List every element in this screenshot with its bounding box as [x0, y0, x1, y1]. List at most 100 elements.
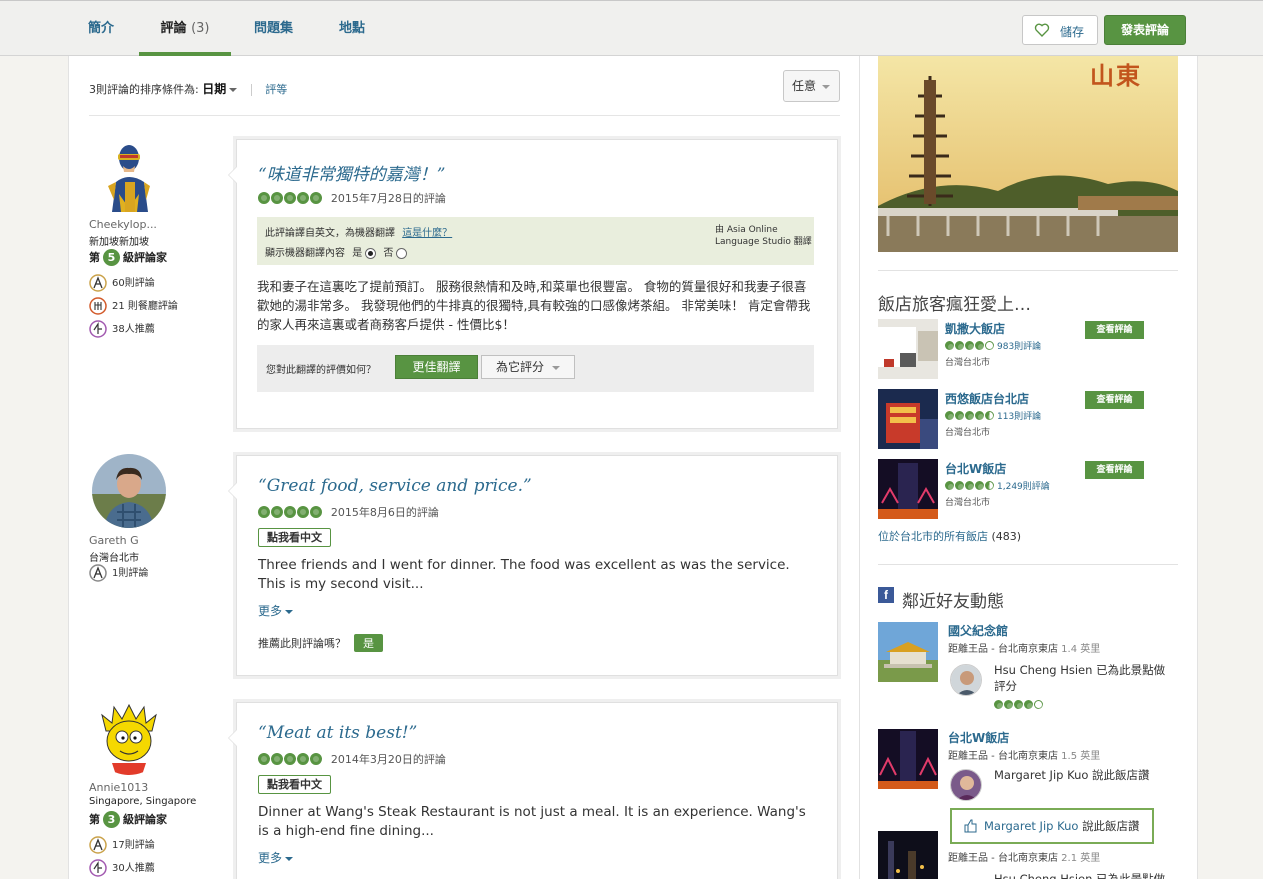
review-date: 2015年7月28日的評論	[330, 192, 446, 205]
view-reviews-button[interactable]: 查看評論	[1085, 391, 1144, 409]
hotel-thumbnail[interactable]	[878, 729, 938, 789]
better-translation-button[interactable]: 更佳翻譯	[395, 355, 478, 379]
sort-by-date[interactable]: 日期	[202, 82, 238, 96]
rating-bubbles: 983則評論	[945, 338, 1041, 352]
hotels-section-title: 飯店旅客瘋狂愛上…	[878, 295, 1031, 315]
helpful-votes[interactable]: 30人推薦	[89, 859, 155, 877]
review-count-label: 1則評論	[112, 568, 149, 579]
rating-dot	[297, 753, 309, 765]
hotel-review-count[interactable]: 113則評論	[997, 412, 1041, 422]
mt-yes-radio[interactable]	[365, 247, 377, 259]
rating-dot	[258, 506, 270, 518]
hotel-name[interactable]: 西悠飯店台北店	[945, 390, 1029, 407]
hotel-photo	[878, 319, 938, 379]
attraction-name[interactable]: 國父紀念館	[948, 622, 1008, 639]
pagoda-ad-image[interactable]: 山東	[878, 56, 1178, 252]
mt-notice-line: 此評論譯自英文，為機器翻譯 這是什麼？	[265, 224, 452, 239]
reviewer-name[interactable]: Cheekylop...	[89, 218, 219, 231]
tab-overview[interactable]: 簡介	[88, 1, 114, 55]
hotel-thumbnail[interactable]	[878, 389, 938, 449]
review-title[interactable]: “Meat at its best!”	[258, 723, 417, 743]
reviewer-location: 新加坡新加坡	[89, 237, 149, 248]
avatar[interactable]	[92, 138, 166, 212]
rating-dot	[1034, 700, 1043, 709]
language-select[interactable]: 任意	[783, 70, 840, 102]
reviewer-name[interactable]: Gareth G	[89, 534, 219, 547]
helpful-badge-icon	[89, 320, 107, 338]
rating-bubbles	[994, 696, 1174, 712]
mt-what-link[interactable]: 這是什麼？	[402, 228, 452, 239]
translation-rating-box: 您對此翻譯的評價如何？ 更佳翻譯 為它評分	[257, 345, 814, 392]
distance-line: 距離王品 - 台北南京東店 2.1 英里	[948, 849, 1100, 864]
reviewer-badge-icon	[89, 274, 107, 292]
hotel-name[interactable]: 台北W飯店	[948, 729, 1009, 746]
reviewer-name[interactable]: Annie1013	[89, 781, 219, 794]
review-count[interactable]: 1則評論	[89, 564, 148, 582]
translate-button[interactable]: 點我看中文	[258, 775, 331, 794]
view-reviews-button[interactable]: 查看評論	[1085, 461, 1144, 479]
ad-text: 山東	[1090, 62, 1142, 90]
helpful-yes-button[interactable]: 是	[354, 634, 383, 652]
helpful-votes[interactable]: 38人推薦	[89, 320, 155, 338]
hotel-review-count[interactable]: 1,249則評論	[997, 482, 1050, 492]
review-title[interactable]: “Great food, service and price.”	[258, 476, 532, 496]
divider	[878, 564, 1178, 565]
hotel-thumbnail[interactable]	[878, 319, 938, 379]
rating-dot	[955, 411, 964, 420]
review-count[interactable]: 17則評論	[89, 836, 155, 854]
rating-dot	[284, 192, 296, 204]
distance-prefix: 距離王品 - 台北南京東店	[948, 853, 1058, 864]
restaurant-review-count[interactable]: 21 則餐廳評論	[89, 297, 178, 315]
rate-translation-button[interactable]: 為它評分	[481, 355, 575, 379]
rating-bubbles: 113則評論	[945, 408, 1041, 422]
hotel-item[interactable]: 台北W飯店 1,249則評論 台灣台北市 查看評論	[878, 459, 1178, 521]
reviewer-location: 台灣台北市	[89, 553, 139, 564]
avatar[interactable]	[92, 701, 166, 775]
attraction-thumbnail[interactable]	[878, 831, 938, 879]
view-reviews-button[interactable]: 查看評論	[1085, 321, 1144, 339]
lisa-avatar-image	[92, 701, 166, 775]
tab-location[interactable]: 地點	[339, 1, 365, 55]
thumbs-up-icon	[964, 819, 977, 833]
level-suffix: 級評論家	[123, 251, 167, 264]
hotel-item[interactable]: 西悠飯店台北店 113則評論 台灣台北市 查看評論	[878, 389, 1178, 451]
tab-reviews-count: (3)	[191, 21, 210, 36]
review-card: “Meat at its best!” 2014年3月20日的評論 點我看中文 …	[228, 702, 838, 879]
tab-reviews-label: 評論	[160, 21, 187, 36]
rating-dot	[985, 411, 994, 420]
hotel-thumbnail[interactable]	[878, 459, 938, 519]
hotel-review-count[interactable]: 983則評論	[997, 342, 1041, 352]
avatar[interactable]	[92, 454, 166, 528]
tooltip-name[interactable]: Margaret Jip Kuo	[984, 819, 1078, 833]
heart-icon	[1034, 23, 1050, 37]
more-link[interactable]: 更多	[258, 602, 294, 619]
review-title[interactable]: “味道非常獨特的嘉灣！”	[258, 160, 445, 185]
tab-reviews[interactable]: 評論 (3)	[139, 1, 231, 56]
hotel-name[interactable]: 台北W飯店	[945, 460, 1006, 477]
hotel-name[interactable]: 凱撒大飯店	[945, 320, 1005, 337]
attraction-thumbnail[interactable]	[878, 622, 938, 682]
mt-no-radio[interactable]	[396, 247, 408, 259]
chevron-down-icon	[552, 365, 560, 370]
rating-bubbles: 1,249則評論	[945, 478, 1050, 492]
write-review-button[interactable]: 發表評論	[1104, 15, 1186, 45]
review-count[interactable]: 60則評論	[89, 274, 155, 292]
sort-by-rating[interactable]: 評等	[265, 83, 287, 96]
save-button[interactable]: 儲存	[1022, 15, 1098, 45]
more-link[interactable]: 更多	[258, 849, 294, 866]
review-count-label: 17則評論	[112, 840, 155, 851]
avatar[interactable]	[950, 664, 982, 696]
level-prefix: 第	[89, 251, 100, 264]
hotel-item[interactable]: 凱撒大飯店 983則評論 台灣台北市 查看評論	[878, 319, 1178, 381]
tab-qa[interactable]: 問題集	[254, 1, 293, 55]
distance-line: 距離王品 - 台北南京東店 1.4 英里	[948, 640, 1100, 655]
sort-prefix: 3則評論的排序條件為:	[89, 83, 199, 96]
language-select-value: 任意	[792, 79, 817, 93]
translate-button[interactable]: 點我看中文	[258, 528, 331, 547]
level-badge: 5	[103, 249, 120, 266]
review-body: Dinner at Wang's Steak Restaurant is not…	[258, 804, 806, 839]
reviewer-info: Cheekylop... 新加坡新加坡 第 5 級評論家 60則評論 21 則餐廳評…	[89, 138, 219, 338]
avatar[interactable]	[950, 769, 982, 801]
all-hotels-link[interactable]: 位於台北市的所有飯店 (483)	[878, 528, 1021, 544]
more-label: 更多	[258, 604, 283, 618]
